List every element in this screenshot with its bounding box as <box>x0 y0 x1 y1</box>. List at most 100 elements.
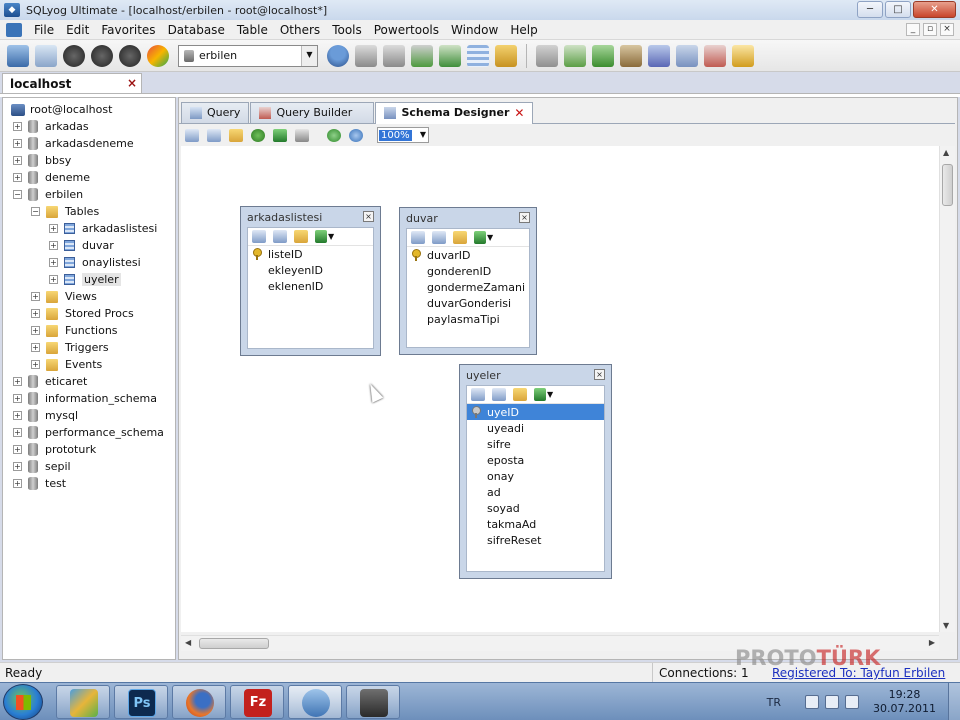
close-icon[interactable]: × <box>594 369 605 380</box>
edit-table-icon[interactable] <box>471 388 485 401</box>
scroll-down-icon[interactable]: ▼ <box>943 621 949 630</box>
preferences-icon[interactable] <box>732 44 754 67</box>
new-connection-icon[interactable] <box>7 44 29 67</box>
query-builder-icon[interactable] <box>704 44 726 67</box>
user-manager-icon[interactable] <box>327 44 349 67</box>
tree-folder-triggers[interactable]: + Triggers <box>31 339 109 356</box>
expand-icon[interactable]: + <box>31 309 40 318</box>
maximize-button[interactable]: □ <box>885 1 911 18</box>
tree-folder-stored-procs[interactable]: + Stored Procs <box>31 305 134 322</box>
menu-tools[interactable]: Tools <box>326 23 368 37</box>
schema-column[interactable]: paylasmaTipi <box>407 311 529 327</box>
start-button[interactable] <box>3 684 43 720</box>
tree-table-onaylistesi[interactable]: + onaylistesi <box>49 254 141 271</box>
chevron-down-icon[interactable]: ▼ <box>420 128 426 142</box>
connection-tab[interactable]: localhost × <box>2 73 142 94</box>
menu-favorites[interactable]: Favorites <box>95 23 161 37</box>
tree-table-uyeler[interactable]: + uyeler <box>49 271 121 288</box>
stop-query-icon[interactable] <box>119 44 141 67</box>
scroll-right-icon[interactable]: ▶ <box>929 638 935 647</box>
relationships-icon[interactable] <box>513 388 527 401</box>
schema-table-header[interactable]: uyeler × <box>460 365 611 385</box>
tree-db-eticaret[interactable]: + eticaret <box>13 373 87 390</box>
expand-icon[interactable]: + <box>31 326 40 335</box>
taskbar-control-panel[interactable] <box>56 685 110 719</box>
import-icon[interactable] <box>439 44 461 67</box>
add-table-icon[interactable] <box>185 128 199 142</box>
create-table-icon[interactable] <box>207 128 221 142</box>
menu-database[interactable]: Database <box>162 23 231 37</box>
tree-db-erbilen[interactable]: − erbilen <box>13 186 83 203</box>
zoom-select[interactable]: 100% ▼ <box>377 127 429 143</box>
mdi-close-icon[interactable]: × <box>940 23 954 36</box>
schema-column-selected[interactable]: uyeID <box>467 404 604 420</box>
schema-canvas[interactable]: arkadaslistesi × ▼ listeID ekleyenID ekl… <box>181 146 943 632</box>
tree-db-sepil[interactable]: + sepil <box>13 458 71 475</box>
menu-table[interactable]: Table <box>231 23 274 37</box>
migration-toolkit-icon[interactable] <box>620 44 642 67</box>
notification-services-icon[interactable] <box>648 44 670 67</box>
chevron-down-icon[interactable]: ▼ <box>328 232 334 241</box>
schema-column[interactable]: uyeadi <box>467 420 604 436</box>
schema-sync-icon[interactable] <box>536 44 558 67</box>
schema-column[interactable]: soyad <box>467 500 604 516</box>
schema-column[interactable]: sifre <box>467 436 604 452</box>
tree-folder-functions[interactable]: + Functions <box>31 322 118 339</box>
schema-column[interactable]: takmaAd <box>467 516 604 532</box>
minimize-button[interactable]: ─ <box>857 1 883 18</box>
schema-column[interactable]: sifreReset <box>467 532 604 548</box>
refresh-icon[interactable] <box>251 128 265 142</box>
schema-designer-icon[interactable] <box>676 44 698 67</box>
taskbar-filezilla[interactable]: Fz <box>230 685 284 719</box>
menu-powertools[interactable]: Powertools <box>368 23 445 37</box>
expand-icon[interactable]: + <box>13 377 22 386</box>
alter-table-icon[interactable] <box>495 44 517 67</box>
tree-folder-tables[interactable]: − Tables <box>31 203 99 220</box>
refresh-object-browser-icon[interactable] <box>147 44 169 67</box>
scroll-left-icon[interactable]: ◀ <box>185 638 191 647</box>
table-options-icon[interactable] <box>534 388 546 401</box>
schema-column[interactable]: ekleyenID <box>248 262 373 278</box>
expand-icon[interactable]: + <box>13 462 22 471</box>
close-icon[interactable]: × <box>519 212 530 223</box>
print-icon[interactable] <box>295 128 309 142</box>
tab-query-builder[interactable]: Query Builder <box>250 102 375 123</box>
manage-indexes-icon[interactable] <box>492 388 506 401</box>
execute-query-icon[interactable] <box>63 44 85 67</box>
chevron-down-icon[interactable]: ▼ <box>487 233 493 242</box>
schema-table-arkadaslistesi[interactable]: arkadaslistesi × ▼ listeID ekleyenID ekl… <box>240 206 381 356</box>
taskbar-clock[interactable]: 19:28 30.07.2011 <box>873 688 936 716</box>
taskbar-camtasia[interactable] <box>346 685 400 719</box>
schema-column[interactable]: gondermeZamani <box>407 279 529 295</box>
create-database-icon[interactable] <box>355 44 377 67</box>
show-desktop-button[interactable] <box>948 683 960 720</box>
zoom-in-icon[interactable] <box>327 128 341 142</box>
schema-table-uyeler[interactable]: uyeler × ▼ uyeID uyeadi sifre eposta ona… <box>459 364 612 579</box>
close-icon[interactable]: × <box>363 211 374 222</box>
close-tab-icon[interactable]: ✕ <box>514 106 524 120</box>
schema-column[interactable]: ad <box>467 484 604 500</box>
expand-icon[interactable]: + <box>31 343 40 352</box>
database-select[interactable]: erbilen ▼ <box>178 44 318 67</box>
tree-db-mysql[interactable]: + mysql <box>13 407 78 424</box>
relationships-icon[interactable] <box>294 230 308 243</box>
tree-root[interactable]: root@localhost <box>11 101 112 118</box>
tree-db-performance-schema[interactable]: + performance_schema <box>13 424 164 441</box>
menu-others[interactable]: Others <box>274 23 326 37</box>
schema-column[interactable]: eklenenID <box>248 278 373 294</box>
tree-folder-views[interactable]: + Views <box>31 288 97 305</box>
tree-db-information-schema[interactable]: + information_schema <box>13 390 157 407</box>
network-icon[interactable] <box>825 695 840 709</box>
manage-indexes-icon[interactable] <box>273 230 287 243</box>
scroll-thumb[interactable] <box>199 638 269 649</box>
expand-icon[interactable]: + <box>13 479 22 488</box>
relationships-icon[interactable] <box>453 231 467 244</box>
manage-indexes-icon[interactable] <box>432 231 446 244</box>
expand-icon[interactable]: + <box>13 394 22 403</box>
schema-column[interactable]: onay <box>467 468 604 484</box>
menu-edit[interactable]: Edit <box>60 23 95 37</box>
open-layout-icon[interactable] <box>229 128 243 142</box>
mdi-minimize-icon[interactable]: _ <box>906 23 920 36</box>
menu-help[interactable]: Help <box>504 23 543 37</box>
expand-icon[interactable]: + <box>13 156 22 165</box>
